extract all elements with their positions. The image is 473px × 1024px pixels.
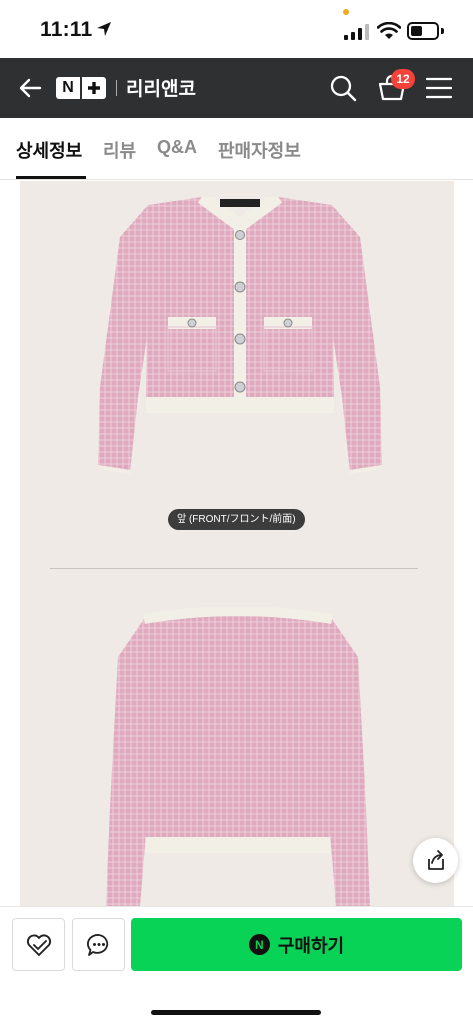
tab-seller-info[interactable]: 판매자정보: [218, 137, 301, 163]
naver-n-logo: N: [56, 77, 80, 99]
hamburger-menu-icon[interactable]: [426, 75, 452, 101]
signal-icon: [344, 24, 369, 40]
tab-bar: 상세정보 리뷰 Q&A 판매자정보: [0, 118, 473, 180]
back-arrow-icon[interactable]: [14, 72, 46, 104]
status-bar: 11:11: [0, 0, 473, 58]
heart-check-icon: [26, 933, 51, 956]
product-detail-content[interactable]: 앞 (FRONT/フロント/前面): [0, 181, 473, 906]
tab-reviews[interactable]: 리뷰: [103, 137, 136, 163]
naver-plus-logo[interactable]: N: [56, 77, 106, 99]
buy-button-label: 구매하기: [277, 935, 345, 956]
status-time: 11:11: [40, 18, 93, 41]
store-name[interactable]: 리리앤코: [126, 74, 196, 101]
share-button[interactable]: [413, 838, 458, 883]
active-tab-indicator: [16, 176, 86, 179]
jacket-front-image: [97, 197, 383, 474]
naver-pay-n-icon: N: [248, 934, 270, 955]
battery-icon: [407, 22, 439, 40]
battery-cap: [441, 28, 444, 34]
location-arrow-icon: [97, 22, 111, 36]
header-divider: [116, 80, 117, 96]
share-icon: [427, 849, 444, 870]
battery-level: [411, 26, 422, 36]
home-indicator[interactable]: [151, 1010, 321, 1015]
tab-qna[interactable]: Q&A: [157, 137, 197, 158]
wifi-icon: [377, 22, 401, 39]
privacy-indicator: [343, 9, 349, 15]
image-divider: [50, 568, 418, 569]
search-icon[interactable]: [328, 73, 358, 103]
jacket-back-image: [106, 607, 370, 906]
bottom-action-bar: N 구매하기: [0, 906, 473, 1024]
front-view-caption: 앞 (FRONT/フロント/前面): [168, 509, 305, 530]
detail-image-panel: 앞 (FRONT/フロント/前面): [20, 181, 454, 906]
tab-details[interactable]: 상세정보: [16, 137, 82, 163]
chat-bubble-icon: [86, 933, 108, 956]
buy-button[interactable]: N 구매하기: [131, 918, 462, 971]
plus-icon: [82, 77, 106, 99]
talk-talk-button[interactable]: [72, 918, 125, 971]
wishlist-button[interactable]: [12, 918, 65, 971]
cart-count-badge: 12: [391, 69, 415, 89]
